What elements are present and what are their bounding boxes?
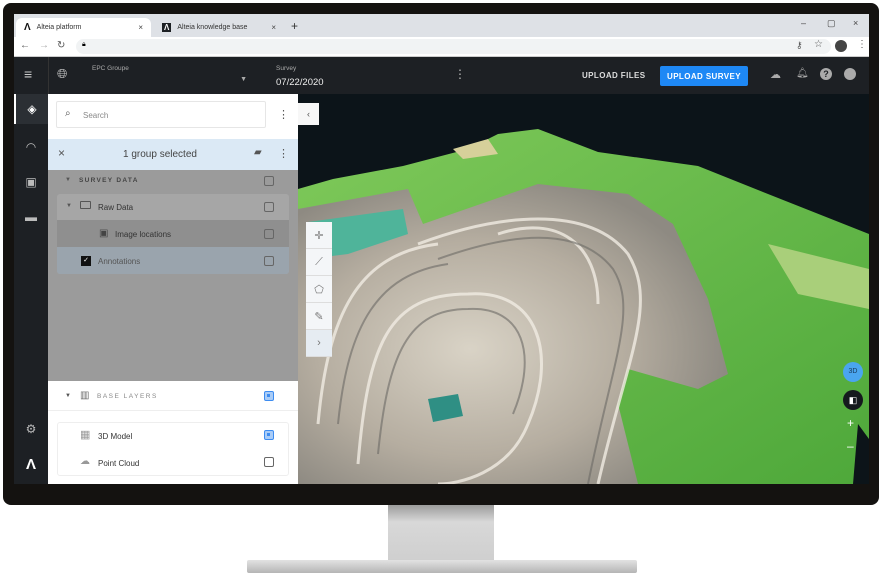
search-input[interactable]: ⌕ Search	[56, 101, 266, 128]
survey-data-section[interactable]: ▼ SURVEY DATA	[48, 170, 298, 194]
upload-survey-button[interactable]: UPLOAD SURVEY	[660, 66, 748, 86]
tab-knowledge-base[interactable]: Λ Alteia knowledge base ×	[154, 18, 284, 37]
alteia-logo-icon: Λ	[162, 23, 172, 32]
add-folder-icon[interactable]: ▰	[254, 147, 262, 158]
alteia-logo-icon: Λ	[25, 455, 36, 473]
base-layers-section[interactable]: ▼ ▥ BASE LAYERS	[48, 381, 298, 411]
raw-data-item[interactable]: ▼ Raw Data	[48, 194, 298, 220]
lock-icon: 🔒︎	[82, 41, 86, 48]
settings-icon[interactable]: ⚙	[14, 414, 48, 444]
expand-toolbar-icon[interactable]: ›	[306, 330, 332, 357]
monitor-base	[247, 560, 637, 573]
images-icon: ▣	[99, 228, 109, 239]
menu-icon[interactable]: ⋮	[857, 39, 867, 50]
map-icon: ▥	[80, 390, 90, 401]
image-locations-checkbox[interactable]	[264, 229, 274, 239]
new-tab-button[interactable]: +	[291, 19, 298, 33]
close-icon[interactable]: ×	[58, 146, 65, 160]
images-icon[interactable]: ▣	[14, 167, 48, 197]
left-rail: ◈ ◠ ▣ ▬ ⚙ Λ	[14, 94, 48, 484]
tab-alteia-platform[interactable]: Λ Alteia platform ×	[16, 18, 151, 37]
folder-icon[interactable]: ▬	[14, 202, 48, 232]
minimize-button[interactable]: –	[801, 18, 806, 28]
grid-icon: ▦	[80, 429, 91, 441]
project-selector[interactable]: EPC Groupe ▼	[92, 62, 247, 90]
annotations-visibility-checkbox[interactable]: ✓	[81, 256, 91, 266]
zoom-in-button[interactable]: +	[847, 416, 854, 430]
url-input[interactable]: 🔒︎	[76, 39, 831, 54]
cloud-upload-icon[interactable]: ☁	[770, 68, 781, 81]
zoom-out-button[interactable]: –	[847, 439, 854, 453]
3d-mode-button[interactable]: 3D	[843, 362, 863, 382]
point-cloud-checkbox[interactable]	[264, 457, 274, 467]
raw-data-checkbox[interactable]	[264, 202, 274, 212]
monitor-stand	[388, 505, 494, 561]
more-icon[interactable]: ⋮	[454, 67, 466, 81]
collapse-panel-button[interactable]: ‹	[298, 103, 319, 125]
close-window-button[interactable]: ×	[853, 18, 858, 28]
selection-bar: × 1 group selected ▰ ⋮	[48, 139, 298, 170]
survey-data-checkbox[interactable]	[264, 176, 274, 186]
drawing-toolbar: ✛ ⟋ ⬠ ✎ ›	[298, 222, 332, 358]
globe-icon[interactable]: 🌐︎	[57, 66, 67, 82]
star-icon[interactable]: ☆	[814, 39, 823, 50]
reload-icon[interactable]: ↻	[57, 40, 65, 51]
alteia-logo-icon: Λ	[24, 22, 31, 33]
help-icon[interactable]: ?	[820, 68, 832, 80]
panel-more-icon[interactable]: ⋮	[278, 108, 289, 121]
edit-tool-icon[interactable]: ✎	[306, 303, 332, 330]
hamburger-icon[interactable]: ≡	[24, 66, 32, 82]
base-layers-checkbox[interactable]	[264, 391, 274, 401]
search-icon: ⌕	[65, 108, 71, 119]
upload-files-button[interactable]: UPLOAD FILES	[582, 71, 645, 80]
chevron-down-icon: ▼	[240, 76, 247, 83]
folder-icon	[80, 201, 91, 209]
account-icon[interactable]	[844, 68, 856, 80]
annotations-item[interactable]: ✓ Annotations	[57, 247, 289, 274]
app-header: ≡ 🌐︎ EPC Groupe ▼ Survey 07/22/2020 ⋮ UP…	[14, 57, 869, 94]
cloud-icon: ☁	[80, 456, 90, 467]
quarry-terrain	[298, 129, 869, 484]
forward-icon[interactable]: →	[39, 40, 49, 51]
3d-map-viewer[interactable]: ‹ ✛ ⟋ ⬠ ✎ › 3D ◧ + –	[298, 94, 869, 484]
layers-panel: ⌕ Search ⋮ × 1 group selected ▰ ⋮ ▼ SURV…	[48, 94, 298, 484]
close-tab-icon[interactable]: ×	[271, 23, 276, 32]
back-icon[interactable]: ←	[20, 40, 30, 51]
gauge-icon[interactable]: ◠	[14, 132, 48, 162]
address-bar: ← → ↻ 🔒︎ ⚷ ☆ ⋮	[14, 37, 869, 57]
maximize-button[interactable]: ▢	[827, 18, 836, 29]
line-tool-icon[interactable]: ⟋	[306, 249, 332, 276]
survey-selector[interactable]: Survey 07/22/2020	[276, 62, 436, 90]
3d-model-checkbox[interactable]	[264, 430, 274, 440]
browser-tab-bar: Λ Alteia platform × Λ Alteia knowledge b…	[14, 14, 869, 37]
compare-view-icon[interactable]: ◧	[843, 390, 863, 410]
polygon-tool-icon[interactable]: ⬠	[306, 276, 332, 303]
point-cloud-item[interactable]: ☁ Point Cloud	[48, 449, 298, 476]
bell-icon[interactable]: 🔔︎	[796, 68, 809, 79]
layers-icon[interactable]: ◈	[14, 94, 48, 124]
screen: Λ Alteia platform × Λ Alteia knowledge b…	[14, 14, 869, 484]
close-tab-icon[interactable]: ×	[138, 23, 143, 32]
profile-icon[interactable]	[835, 40, 847, 52]
image-locations-item[interactable]: ▣ Image locations	[57, 220, 289, 247]
annotations-checkbox[interactable]	[264, 256, 274, 266]
3d-model-item[interactable]: ▦ 3D Model	[48, 422, 298, 449]
point-tool-icon[interactable]: ✛	[306, 222, 332, 249]
key-icon[interactable]: ⚷	[796, 40, 803, 51]
selection-more-icon[interactable]: ⋮	[278, 147, 289, 160]
